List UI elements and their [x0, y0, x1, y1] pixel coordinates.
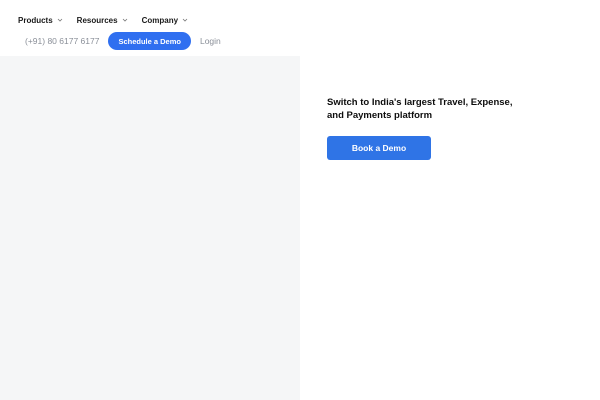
chevron-down-icon [182, 17, 188, 23]
phone-link[interactable]: (+91) 80 6177 6177 [25, 36, 99, 46]
chevron-down-icon [57, 17, 63, 23]
header-actions: (+91) 80 6177 6177 Schedule a Demo Login [25, 32, 221, 50]
nav-item-label: Resources [76, 15, 118, 25]
site-header: Products Resources Company (+91) 80 6177… [0, 0, 600, 56]
hero-headline: Switch to India's largest Travel, Expens… [327, 97, 513, 121]
nav-item-products[interactable]: Products [18, 16, 63, 25]
nav-item-company[interactable]: Company [142, 16, 188, 25]
book-demo-button[interactable]: Book a Demo [327, 136, 431, 160]
nav-item-label: Company [141, 15, 179, 25]
schedule-demo-button[interactable]: Schedule a Demo [108, 32, 191, 50]
page: Products Resources Company (+91) 80 6177… [0, 0, 600, 400]
chevron-down-icon [122, 17, 128, 23]
left-hero-panel [0, 56, 300, 400]
nav-item-resources[interactable]: Resources [77, 16, 128, 25]
main-nav: Products Resources Company [18, 14, 188, 26]
login-link[interactable]: Login [200, 36, 221, 46]
nav-item-label: Products [18, 15, 53, 25]
